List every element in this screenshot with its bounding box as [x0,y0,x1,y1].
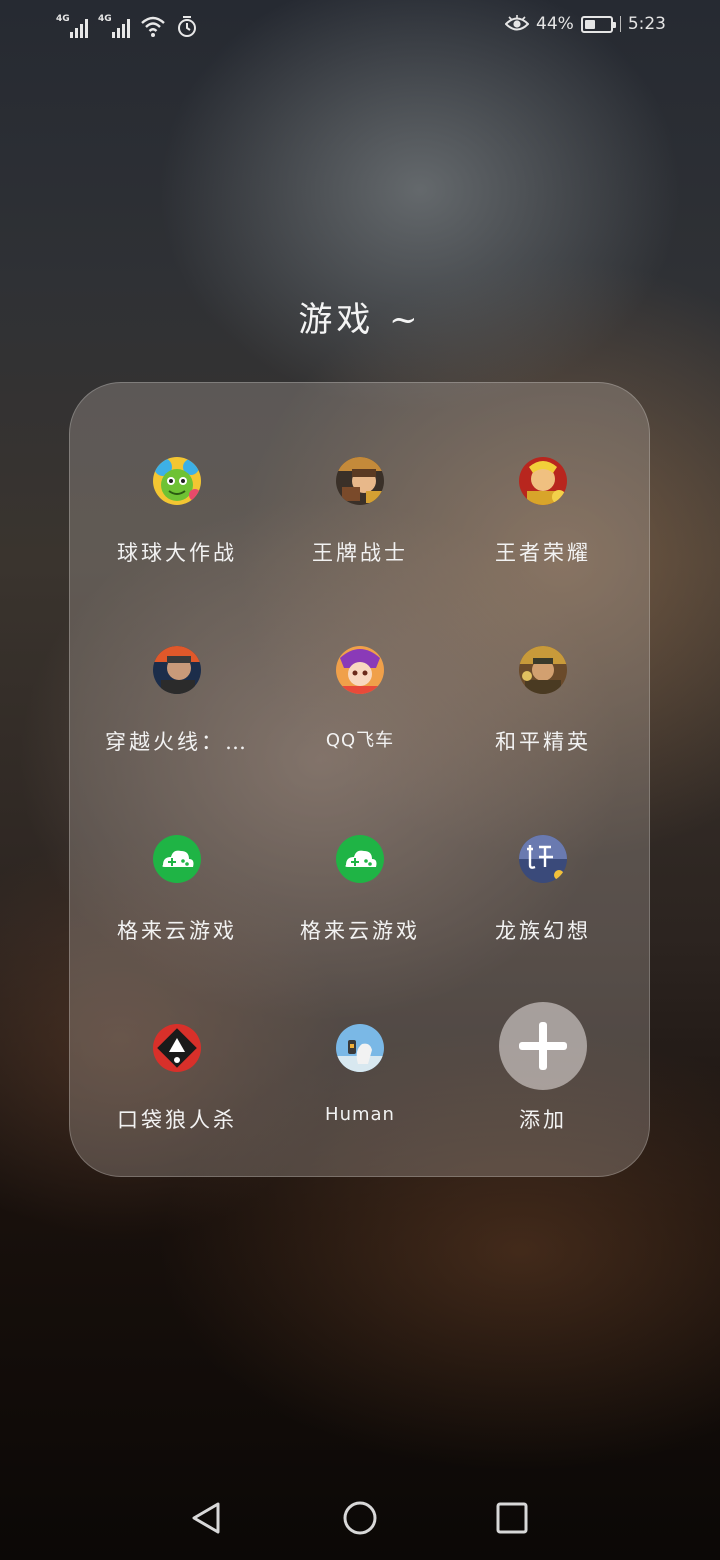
app-label: 球球大作战 [117,541,237,565]
app-label: 王牌战士 [312,541,408,565]
folder-panel: 球球大作战 王牌战士 王者荣耀 穿越火线：… QQ飞车 和平精英 格来云游戏 格… [69,382,650,1177]
divider [619,16,621,32]
app-label: 王者荣耀 [495,541,591,565]
battery-icon [580,15,616,33]
back-icon[interactable] [186,1498,226,1538]
app-cloud-game-1[interactable]: 格来云游戏 [87,835,267,995]
battery-fill [584,19,596,29]
signal-icon: 4G [56,14,90,38]
peace-elite-icon [519,646,567,694]
app-label: Human [325,1104,395,1125]
app-label: QQ飞车 [325,730,395,751]
gamepad-cloud-icon [336,835,384,883]
clock: 5:23 [627,14,666,34]
alarm-icon [178,16,196,37]
app-ace-warrior[interactable]: 王牌战士 [270,457,450,617]
folder-title[interactable]: 游戏 ~ [0,292,720,341]
app-ball-battle[interactable]: 球球大作战 [87,457,267,617]
signal-icon: 4G [98,14,132,38]
wifi-icon [141,16,165,37]
app-label: 和平精英 [495,730,591,754]
app-qq-speed[interactable]: QQ飞车 [270,646,450,806]
app-label: 穿越火线：… [105,730,249,754]
recents-icon[interactable] [492,1498,532,1538]
app-honor-of-kings[interactable]: 王者荣耀 [453,457,633,617]
status-bar: 4G 4G 44% 5:23 [0,0,720,56]
navigation-bar [0,1480,720,1560]
network-type-1: 4G [56,14,70,24]
gamepad-cloud-icon [153,835,201,883]
app-label: 龙族幻想 [495,919,591,943]
battery-percent: 44% [536,14,574,34]
ball-battle-icon [153,457,201,505]
crossfire-icon [153,646,201,694]
app-pocket-werewolf[interactable]: 口袋狼人杀 [87,1024,267,1184]
dragon-raja-icon [519,835,567,883]
eye-comfort-icon [505,15,530,31]
app-cloud-game-2[interactable]: 格来云游戏 [270,835,450,995]
human-fall-flat-icon [336,1024,384,1072]
app-crossfire[interactable]: 穿越火线：… [87,646,267,806]
status-right: 44% 5:23 [505,14,666,34]
add-label: 添加 [519,1108,567,1132]
home-icon[interactable] [340,1498,380,1538]
qq-speed-icon [336,646,384,694]
app-label: 格来云游戏 [300,919,420,943]
app-peace-elite[interactable]: 和平精英 [453,646,633,806]
ace-warrior-icon [336,457,384,505]
app-label: 口袋狼人杀 [117,1108,237,1132]
plus-icon[interactable] [499,1002,587,1090]
honor-of-kings-icon [519,457,567,505]
app-human[interactable]: Human [270,1024,450,1184]
add-app-button[interactable]: 添加 [453,1002,633,1184]
status-left: 4G 4G [56,14,200,38]
network-type-2: 4G [98,14,112,24]
app-dragon-raja[interactable]: 龙族幻想 [453,835,633,995]
pocket-werewolf-icon [153,1024,201,1072]
app-label: 格来云游戏 [117,919,237,943]
